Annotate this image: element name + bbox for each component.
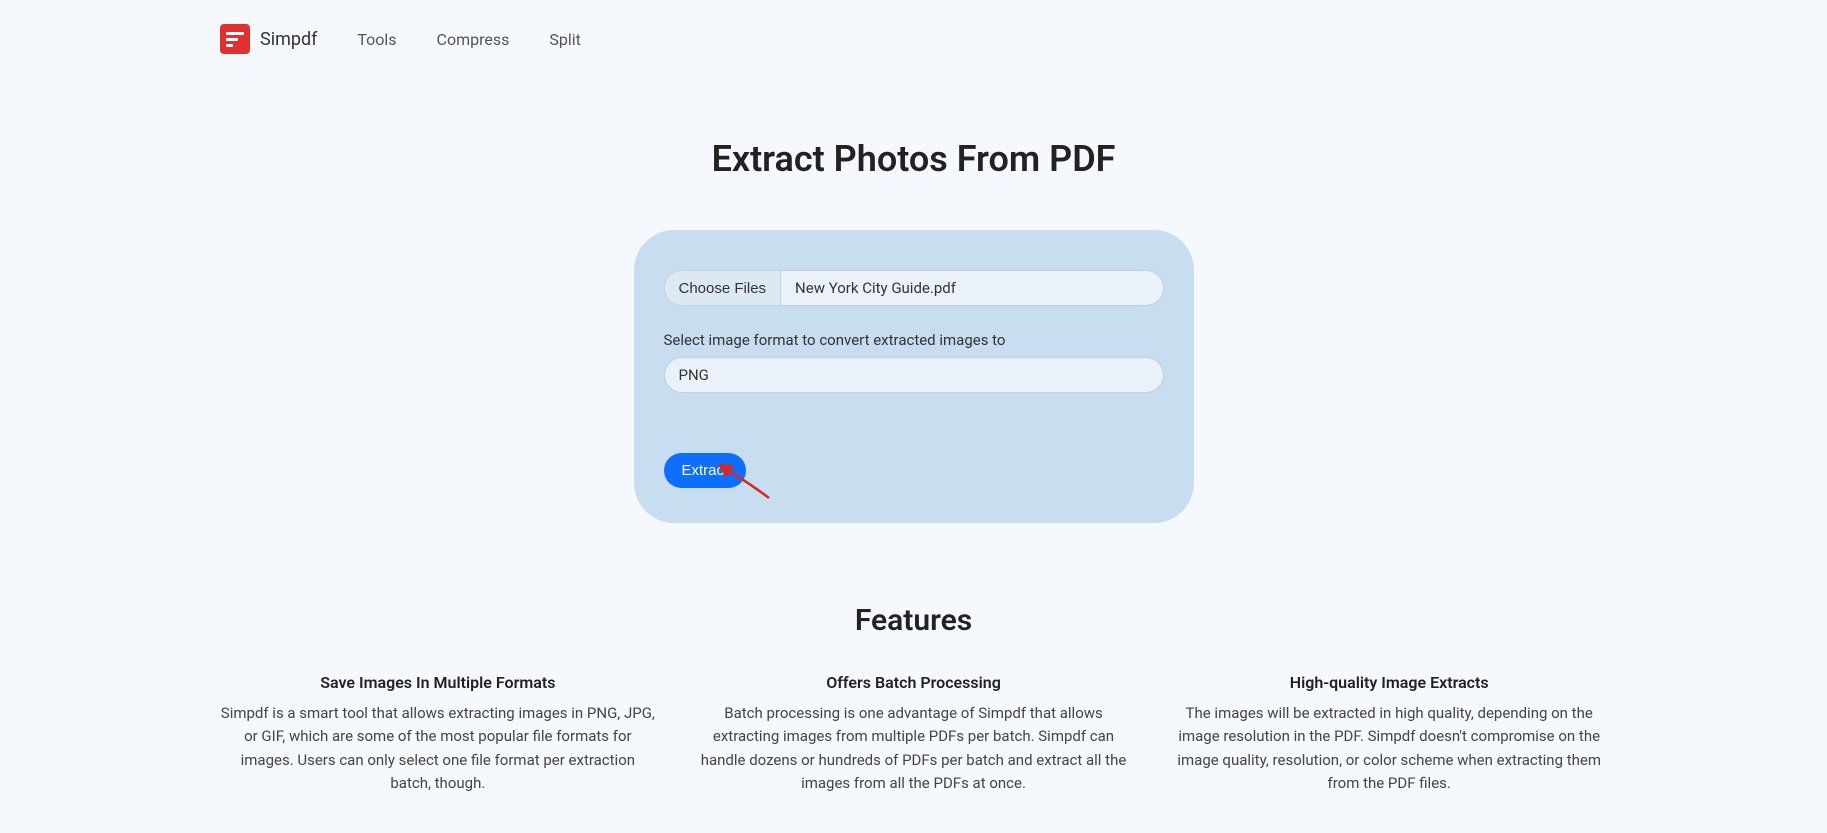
main-content: Extract Photos From PDF Choose Files New… [0, 78, 1827, 795]
logo[interactable]: Simpdf [220, 24, 317, 54]
page-title: Extract Photos From PDF [0, 138, 1827, 180]
features-grid: Save Images In Multiple Formats Simpdf i… [220, 673, 1607, 795]
feature-col-formats: Save Images In Multiple Formats Simpdf i… [220, 673, 656, 795]
brand-name: Simpdf [260, 29, 317, 50]
features-section: Features Save Images In Multiple Formats… [0, 603, 1827, 795]
choose-files-button[interactable]: Choose Files [665, 271, 782, 305]
upload-card: Choose Files New York City Guide.pdf Sel… [634, 230, 1194, 523]
nav: Tools Compress Split [357, 30, 581, 49]
feature-text: Batch processing is one advantage of Sim… [696, 702, 1132, 795]
feature-heading: High-quality Image Extracts [1171, 673, 1607, 692]
format-label: Select image format to convert extracted… [664, 331, 1164, 349]
format-select[interactable]: PNG [664, 357, 1164, 393]
extract-button[interactable]: Extract [664, 453, 747, 488]
header: Simpdf Tools Compress Split [0, 0, 1827, 78]
selected-file-name: New York City Guide.pdf [781, 271, 1162, 305]
nav-tools[interactable]: Tools [357, 30, 396, 49]
features-title: Features [220, 603, 1607, 638]
feature-text: Simpdf is a smart tool that allows extra… [220, 702, 656, 795]
feature-col-batch: Offers Batch Processing Batch processing… [696, 673, 1132, 795]
nav-split[interactable]: Split [549, 30, 581, 49]
feature-text: The images will be extracted in high qua… [1171, 702, 1607, 795]
nav-compress[interactable]: Compress [437, 30, 510, 49]
logo-icon [220, 24, 250, 54]
feature-heading: Offers Batch Processing [696, 673, 1132, 692]
feature-col-quality: High-quality Image Extracts The images w… [1171, 673, 1607, 795]
feature-heading: Save Images In Multiple Formats [220, 673, 656, 692]
file-input-row: Choose Files New York City Guide.pdf [664, 270, 1164, 306]
